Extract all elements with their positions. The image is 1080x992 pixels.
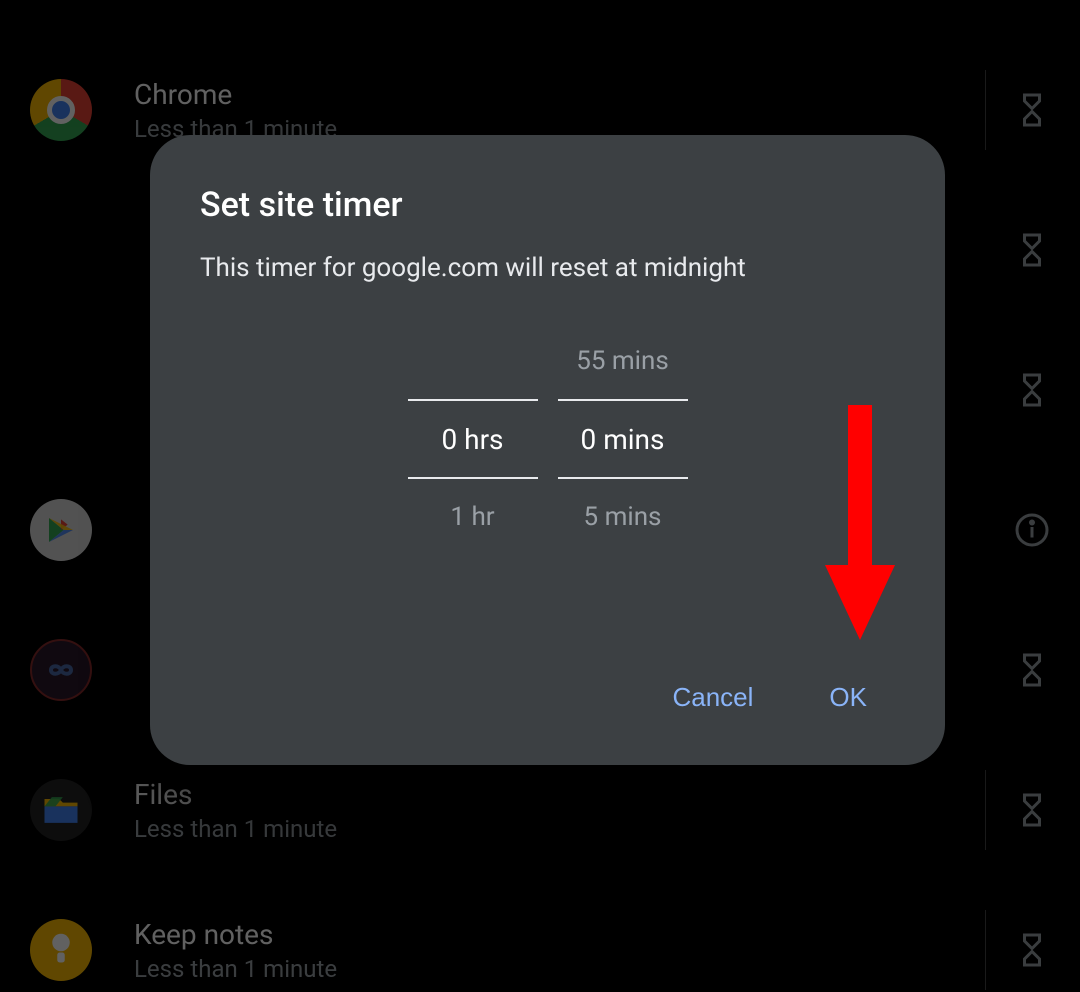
minutes-below[interactable]: 5 mins [584,479,662,555]
divider [985,910,986,990]
time-picker[interactable]: 0 hrs 1 hr 55 mins 0 mins 5 mins [408,323,688,555]
chrome-icon [30,79,92,141]
app-name: Keep notes [134,918,337,951]
app-usage: Less than 1 minute [134,815,337,843]
info-icon[interactable] [1014,512,1050,548]
hourglass-icon[interactable] [1014,372,1050,408]
minutes-above[interactable]: 55 mins [576,323,669,399]
hours-selected[interactable]: 0 hrs [441,401,503,477]
hourglass-icon[interactable] [1014,652,1050,688]
dialog-title: Set site timer [200,185,895,225]
app-name: Chrome [134,78,337,111]
app-row-keep[interactable]: Keep notes Less than 1 minute [30,880,1050,992]
dialog-actions: Cancel OK [200,670,895,735]
hourglass-icon[interactable] [1014,232,1050,268]
infinity-app-icon [30,639,92,701]
hours-below[interactable]: 1 hr [450,479,494,555]
divider [985,70,986,150]
dialog-message: This timer for google.com will reset at … [200,253,895,283]
ok-button[interactable]: OK [821,670,875,725]
set-site-timer-dialog: Set site timer This timer for google.com… [150,135,945,765]
play-store-icon [30,499,92,561]
keep-notes-icon [30,919,92,981]
app-name: Files [134,778,337,811]
app-usage: Less than 1 minute [134,955,337,983]
divider [985,770,986,850]
hourglass-icon[interactable] [1014,92,1050,128]
files-icon [30,779,92,841]
minutes-column[interactable]: 55 mins 0 mins 5 mins [558,323,688,555]
cancel-button[interactable]: Cancel [664,670,761,725]
minutes-selected[interactable]: 0 mins [581,401,665,477]
hourglass-icon[interactable] [1014,932,1050,968]
hourglass-icon[interactable] [1014,792,1050,828]
hours-column[interactable]: 0 hrs 1 hr [408,323,538,555]
